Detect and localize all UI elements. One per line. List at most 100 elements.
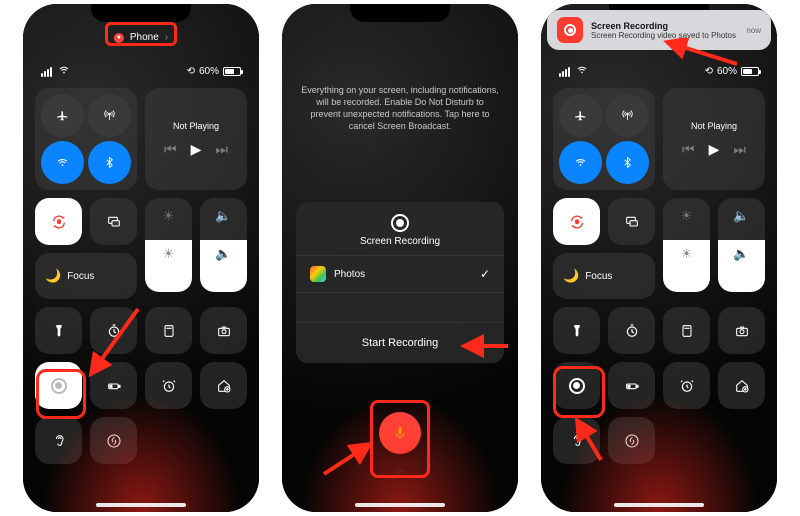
calculator-tile[interactable] bbox=[145, 307, 192, 354]
low-power-tile[interactable] bbox=[90, 362, 137, 409]
flashlight-icon bbox=[569, 323, 585, 339]
add-home-tile[interactable] bbox=[200, 362, 247, 409]
sun-icon: ☀ bbox=[681, 208, 693, 224]
camera-icon bbox=[216, 323, 232, 339]
prev-track-icon[interactable]: ⏮ bbox=[682, 141, 695, 158]
bluetooth-toggle[interactable] bbox=[606, 141, 649, 184]
rotation-lock-tile[interactable] bbox=[553, 198, 600, 245]
wifi-toggle[interactable] bbox=[41, 141, 84, 184]
home-plus-icon bbox=[734, 378, 750, 394]
connectivity-module[interactable] bbox=[35, 88, 137, 190]
bluetooth-icon bbox=[621, 156, 634, 169]
rotation-lock-icon bbox=[51, 214, 67, 230]
calculator-icon bbox=[679, 323, 695, 339]
speaker-icon: 🔈 bbox=[215, 208, 231, 224]
cellular-bars-icon bbox=[559, 67, 570, 77]
alarm-tile[interactable] bbox=[145, 362, 192, 409]
screen-record-tile[interactable] bbox=[35, 362, 82, 409]
volume-slider[interactable]: 🔈 🔈 bbox=[200, 198, 247, 292]
control-center-grid: Not Playing ⏮ ▶ ⏭ ☀ ☀ 🔈 🔈 🌙 Focus bbox=[35, 88, 247, 464]
brightness-slider[interactable]: ☀ ☀ bbox=[145, 198, 192, 292]
shazam-icon bbox=[624, 433, 640, 449]
phone-screenshot-1: ● Phone › ⟲ 60% Not Playing ⏮ ▶ bbox=[23, 4, 259, 512]
bluetooth-toggle[interactable] bbox=[88, 141, 131, 184]
cellular-toggle[interactable] bbox=[606, 94, 649, 137]
shazam-tile[interactable] bbox=[608, 417, 655, 464]
screen-record-tile[interactable] bbox=[553, 362, 600, 409]
flashlight-tile[interactable] bbox=[35, 307, 82, 354]
connectivity-module[interactable] bbox=[553, 88, 655, 190]
brightness-slider[interactable]: ☀☀ bbox=[663, 198, 710, 292]
broadcast-warning[interactable]: Everything on your screen, including not… bbox=[300, 84, 500, 133]
calculator-icon bbox=[161, 323, 177, 339]
shazam-tile[interactable] bbox=[90, 417, 137, 464]
orientation-lock-icon: ⟲ bbox=[187, 66, 195, 77]
screen-mirroring-tile[interactable] bbox=[608, 198, 655, 245]
timer-tile[interactable] bbox=[90, 307, 137, 354]
ear-icon bbox=[51, 433, 67, 449]
mic-label: Microphone bbox=[379, 460, 421, 469]
wifi-toggle[interactable] bbox=[559, 141, 602, 184]
call-pill-label: Phone bbox=[130, 32, 159, 43]
battery-low-icon bbox=[106, 378, 122, 394]
microphone-toggle[interactable] bbox=[379, 412, 421, 454]
hearing-tile[interactable] bbox=[553, 417, 600, 464]
alarm-icon bbox=[161, 378, 177, 394]
focus-label: Focus bbox=[585, 271, 612, 282]
screen-recording-app-icon bbox=[557, 17, 583, 43]
mic-caption: Microphone On bbox=[379, 460, 421, 476]
call-pill[interactable]: ● Phone › bbox=[102, 28, 180, 47]
home-plus-icon bbox=[216, 378, 232, 394]
play-icon[interactable]: ▶ bbox=[709, 141, 720, 158]
chevron-right-icon: › bbox=[165, 32, 168, 43]
cellular-bars-icon bbox=[41, 67, 52, 77]
camera-tile[interactable] bbox=[200, 307, 247, 354]
mirroring-icon bbox=[624, 214, 640, 230]
speaker-icon: 🔈 bbox=[733, 246, 749, 262]
record-icon bbox=[569, 378, 585, 394]
home-indicator[interactable] bbox=[614, 503, 704, 507]
calculator-tile[interactable] bbox=[663, 307, 710, 354]
add-home-tile[interactable] bbox=[718, 362, 765, 409]
media-label: Not Playing bbox=[173, 121, 219, 131]
flashlight-tile[interactable] bbox=[553, 307, 600, 354]
cellular-toggle[interactable] bbox=[88, 94, 131, 137]
focus-tile[interactable]: 🌙 Focus bbox=[35, 253, 137, 299]
home-indicator[interactable] bbox=[96, 503, 186, 507]
focus-tile[interactable]: 🌙 Focus bbox=[553, 253, 655, 299]
next-track-icon[interactable]: ⏭ bbox=[215, 141, 228, 158]
camera-tile[interactable] bbox=[718, 307, 765, 354]
wifi-icon bbox=[56, 156, 69, 169]
checkmark-icon: ✓ bbox=[480, 267, 490, 281]
home-indicator[interactable] bbox=[355, 503, 445, 507]
next-track-icon[interactable]: ⏭ bbox=[733, 141, 746, 158]
start-recording-button[interactable]: Start Recording bbox=[296, 323, 504, 363]
timer-tile[interactable] bbox=[608, 307, 655, 354]
alarm-tile[interactable] bbox=[663, 362, 710, 409]
media-module[interactable]: Not Playing ⏮ ▶ ⏭ bbox=[663, 88, 765, 190]
media-label: Not Playing bbox=[691, 121, 737, 131]
play-icon[interactable]: ▶ bbox=[191, 141, 202, 158]
airplane-toggle[interactable] bbox=[559, 94, 602, 137]
wifi-icon bbox=[576, 64, 588, 79]
rotation-lock-tile[interactable] bbox=[35, 198, 82, 245]
moon-icon: 🌙 bbox=[563, 268, 579, 284]
hearing-tile[interactable] bbox=[35, 417, 82, 464]
option-photos[interactable]: Photos ✓ bbox=[296, 256, 504, 293]
option-empty[interactable] bbox=[296, 293, 504, 323]
moon-icon: 🌙 bbox=[45, 268, 61, 284]
banner-subtitle: Screen Recording video saved to Photos bbox=[591, 31, 738, 40]
prev-track-icon[interactable]: ⏮ bbox=[164, 141, 177, 158]
notification-banner[interactable]: Screen Recording Screen Recording video … bbox=[547, 10, 771, 50]
low-power-tile[interactable] bbox=[608, 362, 655, 409]
volume-slider[interactable]: 🔈🔈 bbox=[718, 198, 765, 292]
screen-mirroring-tile[interactable] bbox=[90, 198, 137, 245]
battery-icon bbox=[223, 67, 241, 76]
airplane-toggle[interactable] bbox=[41, 94, 84, 137]
photos-app-icon bbox=[310, 266, 326, 282]
banner-timestamp: now bbox=[746, 26, 761, 35]
sun-icon: ☀ bbox=[163, 208, 175, 224]
battery-low-icon bbox=[624, 378, 640, 394]
banner-title: Screen Recording bbox=[591, 21, 738, 31]
media-module[interactable]: Not Playing ⏮ ▶ ⏭ bbox=[145, 88, 247, 190]
